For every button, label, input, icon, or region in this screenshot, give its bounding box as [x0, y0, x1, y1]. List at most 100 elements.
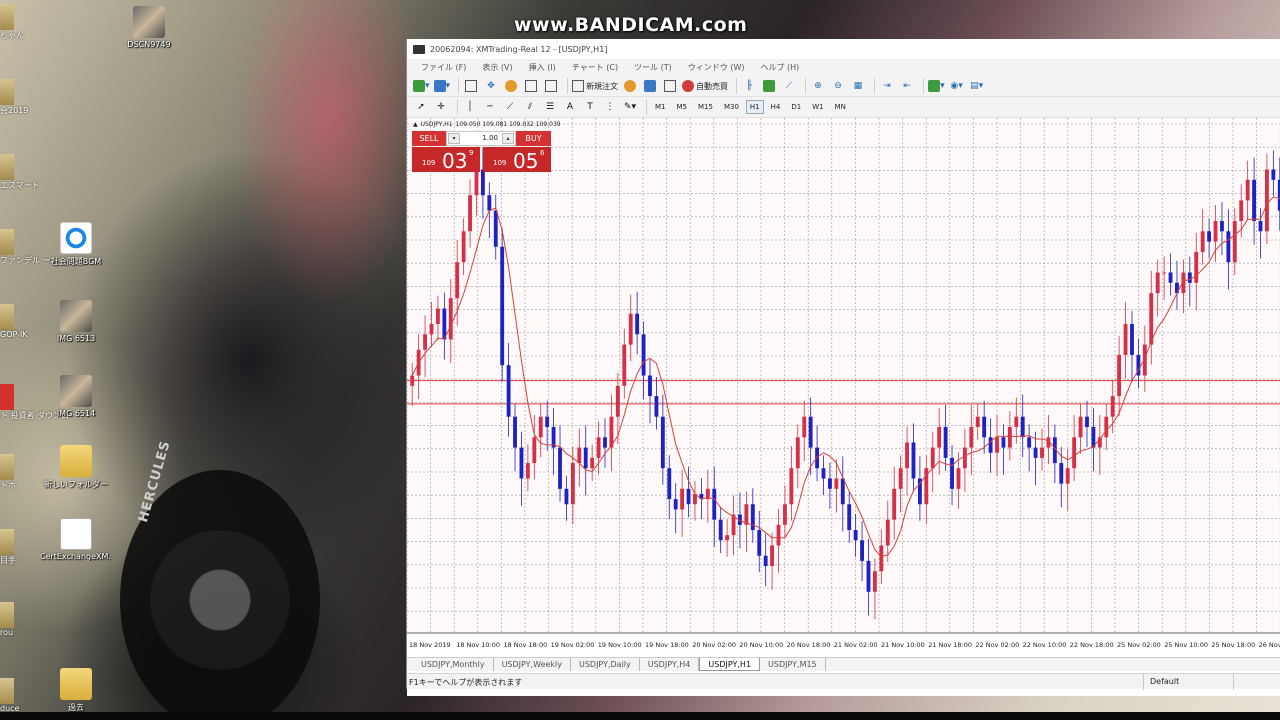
- cursor-tool-button[interactable]: ➚: [413, 99, 429, 115]
- crosshair-tool-button[interactable]: ✛: [433, 99, 449, 115]
- candlestick-chart[interactable]: [407, 118, 1280, 658]
- chart-tab-2[interactable]: USDJPY,Daily: [571, 658, 640, 671]
- chart-area[interactable]: ▲ USDJPY,H1 109.050 109.081 109.032 109.…: [407, 118, 1280, 696]
- desktop-icon-2[interactable]: IMG 6513: [40, 300, 112, 343]
- market-watch-button[interactable]: [463, 78, 479, 94]
- new-chart-button[interactable]: ▾: [413, 78, 430, 94]
- sell-button[interactable]: SELL: [412, 131, 446, 146]
- desktop-icon-6[interactable]: 過去: [40, 668, 112, 713]
- text-tool-button[interactable]: A: [562, 99, 578, 115]
- timeframe-w1-button[interactable]: W1: [808, 100, 827, 114]
- text-label-tool-button[interactable]: T: [582, 99, 598, 115]
- lot-decrease-button[interactable]: ▾: [448, 133, 460, 144]
- menu-item-3[interactable]: チャート (C): [572, 62, 618, 73]
- desktop-edge-file-icon[interactable]: [0, 4, 14, 30]
- timeframe-h1-button[interactable]: H1: [745, 100, 764, 114]
- desktop-edge-file-icon[interactable]: [0, 154, 14, 180]
- candle-body: [1213, 221, 1218, 242]
- timeframe-m1-button[interactable]: M1: [651, 100, 670, 114]
- fibonacci-tool-button[interactable]: ☰: [542, 99, 558, 115]
- profiles-button[interactable]: ▾: [433, 78, 450, 94]
- desktop-icon-5[interactable]: CertExchangeXM...: [40, 518, 112, 561]
- menu-item-6[interactable]: ヘルプ (H): [760, 62, 799, 73]
- templates-button[interactable]: ▤▾: [969, 78, 985, 94]
- new-order-label: 新規注文: [586, 81, 619, 91]
- shapes-tool-button[interactable]: ✎▾: [622, 99, 638, 115]
- strategy-tester-button[interactable]: [543, 78, 559, 94]
- desktop-edge-file-icon[interactable]: [0, 384, 14, 410]
- candle-body: [1130, 324, 1134, 355]
- candle-body: [1085, 416, 1089, 427]
- menu-item-4[interactable]: ツール (T): [634, 62, 672, 73]
- candlestick-icon: [763, 80, 776, 92]
- new-order-button[interactable]: 新規注文: [572, 78, 618, 94]
- photo-file-icon: [60, 375, 92, 407]
- desktop-edge-file-icon[interactable]: [0, 602, 14, 628]
- desktop-edge-file-icon[interactable]: [0, 79, 14, 105]
- candle-body: [461, 231, 466, 263]
- chart-tab-0[interactable]: USDJPY,Monthly: [413, 658, 494, 671]
- market-button[interactable]: [662, 78, 678, 94]
- chart-shift-button[interactable]: ⇤: [899, 78, 915, 94]
- grid-tool-button[interactable]: ⋮: [602, 99, 618, 115]
- sell-price-box[interactable]: 109 03 9: [412, 147, 480, 173]
- menu-item-1[interactable]: 表示 (V): [482, 62, 512, 73]
- trendline-tool-button[interactable]: ⟋: [502, 99, 518, 115]
- lot-increase-button[interactable]: ▴: [502, 133, 514, 144]
- zoom-out-button[interactable]: ⊖: [830, 78, 846, 94]
- buy-price-pips: 05: [513, 149, 539, 173]
- menu-item-0[interactable]: ファイル (F): [421, 62, 466, 73]
- candle-body: [423, 334, 427, 350]
- timeframe-m15-button[interactable]: M15: [694, 100, 717, 114]
- chart-tab-3[interactable]: USDJPY,H4: [640, 658, 700, 671]
- desktop-icon-1[interactable]: 社会問題BGM: [40, 222, 112, 267]
- navigator-button[interactable]: [503, 78, 519, 94]
- candle-body: [1162, 272, 1167, 274]
- candle-body: [898, 468, 903, 489]
- desktop-edge-file-icon[interactable]: [0, 529, 14, 555]
- desktop-icon-0[interactable]: DSCN9749: [113, 6, 185, 49]
- candle-body: [487, 195, 492, 211]
- indicators-button[interactable]: ▾: [928, 78, 945, 94]
- tile-windows-button[interactable]: ▦: [850, 78, 866, 94]
- periods-button[interactable]: ◉▾: [949, 78, 965, 94]
- desktop-edge-file-icon[interactable]: [0, 454, 14, 480]
- desktop-edge-file-icon[interactable]: [0, 304, 14, 330]
- lot-size-field[interactable]: ▾ 1.00 ▴: [446, 131, 516, 146]
- terminal-button[interactable]: [523, 78, 539, 94]
- candle-body: [448, 298, 453, 340]
- auto-scroll-button[interactable]: ⇥: [879, 78, 895, 94]
- chart-tab-4[interactable]: USDJPY,H1: [699, 658, 761, 671]
- candlestick-button[interactable]: [761, 78, 777, 94]
- horizontal-line-tool-button[interactable]: ─: [482, 99, 498, 115]
- chart-tab-1[interactable]: USDJPY,Weekly: [494, 658, 571, 671]
- photo-file-icon: [133, 6, 165, 38]
- menu-item-2[interactable]: 挿入 (I): [529, 62, 556, 73]
- timeframe-m5-button[interactable]: M5: [673, 100, 692, 114]
- metaeditor-button[interactable]: [622, 78, 638, 94]
- timeframe-h4-button[interactable]: H4: [767, 100, 785, 114]
- line-chart-button[interactable]: ⟋: [781, 78, 797, 94]
- candle-body: [493, 210, 498, 247]
- chart-tab-5[interactable]: USDJPY,M15: [760, 658, 826, 671]
- auto-trading-button[interactable]: 自動売買: [682, 78, 728, 94]
- vertical-line-tool-button[interactable]: │: [462, 99, 478, 115]
- timeframe-d1-button[interactable]: D1: [787, 100, 805, 114]
- candle-body: [583, 447, 588, 469]
- menu-item-5[interactable]: ウィンドウ (W): [688, 62, 745, 73]
- candle-body: [468, 195, 472, 232]
- timeframe-m30-button[interactable]: M30: [720, 100, 743, 114]
- desktop-edge-file-icon[interactable]: [0, 229, 14, 255]
- buy-price-box[interactable]: 109 05 6: [483, 147, 551, 173]
- desktop-icon-3[interactable]: IMG 6514: [40, 375, 112, 418]
- desktop-icon-4[interactable]: 新しいフォルダー: [40, 445, 112, 490]
- data-window-button[interactable]: ✥: [483, 78, 499, 94]
- bar-chart-button[interactable]: ╟: [741, 78, 757, 94]
- zoom-in-button[interactable]: ⊕: [810, 78, 826, 94]
- timeframe-mn-button[interactable]: MN: [831, 100, 850, 114]
- channel-tool-button[interactable]: ⫽: [522, 99, 538, 115]
- buy-button[interactable]: BUY: [516, 131, 551, 146]
- signals-button[interactable]: [642, 78, 658, 94]
- desktop-edge-label: トホ: [0, 481, 16, 490]
- desktop-edge-file-icon[interactable]: [0, 678, 14, 704]
